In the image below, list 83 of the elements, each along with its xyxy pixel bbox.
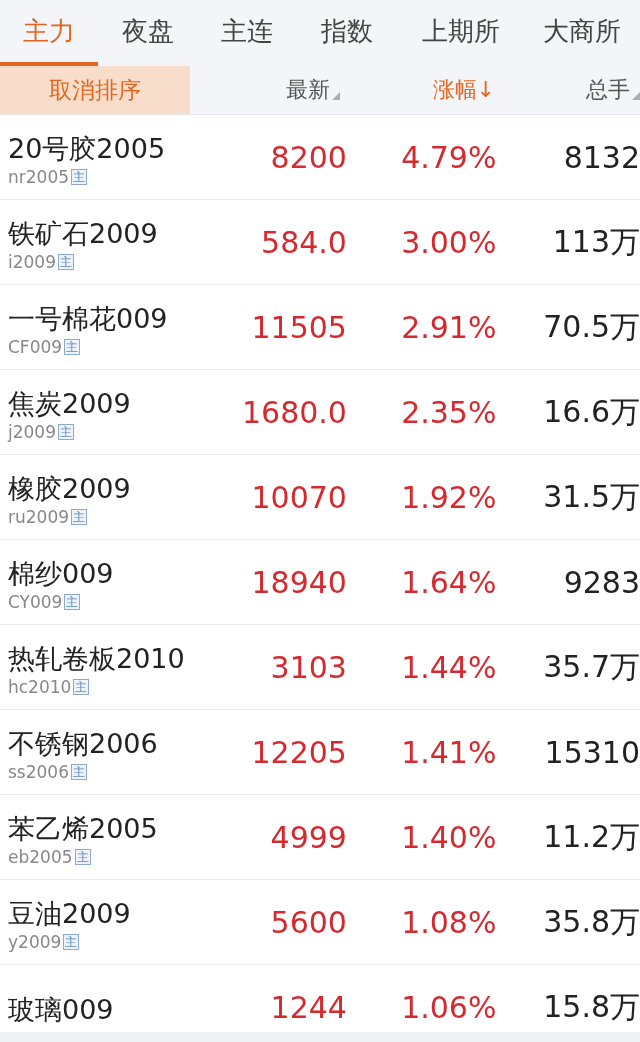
change-value: 1.08% [400, 904, 497, 940]
contract-code: j2009 [8, 421, 56, 443]
price-value: 11505 [250, 309, 347, 345]
main-badge: 主 [64, 339, 81, 355]
contract-name: 棉纱009 [8, 557, 115, 591]
contract-name: 玻璃009 [8, 993, 115, 1027]
contract-code: ru2009 [8, 506, 70, 528]
volume-value: 16.6万 [542, 392, 640, 431]
contract-code: ss2006 [8, 761, 69, 783]
sort-icon [632, 92, 640, 100]
price-value: 3103 [269, 649, 347, 685]
change-value: 1.64% [400, 564, 497, 600]
contract-code: CY009 [8, 591, 63, 613]
contract-code: hc2010 [8, 676, 72, 698]
price-value: 1244 [269, 989, 347, 1025]
contract-name: 橡胶2009 [8, 472, 132, 506]
main-badge: 主 [71, 169, 88, 185]
price-value: 584.0 [260, 224, 347, 260]
contract-name: 热轧卷板2010 [8, 642, 186, 676]
main-badge: 主 [64, 594, 81, 610]
quote-row[interactable]: 苯乙烯2005 eb2005 主 4999 1.40% 11.2万 [0, 795, 640, 880]
tab[interactable]: 主连 [198, 0, 296, 66]
main-badge: 主 [58, 424, 74, 440]
tab[interactable]: 指数 [296, 0, 398, 66]
contract-name: 豆油2009 [8, 897, 132, 931]
contract-name: 焦炭2009 [8, 387, 132, 421]
contract-code: y2009 [8, 931, 62, 953]
change-value: 1.92% [400, 479, 497, 515]
price-value: 1680.0 [240, 394, 347, 430]
quote-row[interactable]: 不锈钢2006 ss2006 主 12205 1.41% 15310 [0, 710, 640, 795]
price-value: 12205 [250, 734, 347, 770]
contract-name: 一号棉花009 [8, 302, 169, 336]
contract-code: CF009 [8, 336, 63, 358]
volume-value: 35.7万 [542, 647, 640, 686]
contract-name: 20号胶2005 [8, 132, 167, 166]
change-value: 1.06% [400, 989, 497, 1025]
main-badge: 主 [58, 254, 74, 270]
volume-value: 113万 [551, 222, 640, 261]
main-badge: 主 [73, 679, 90, 695]
contract-name: 苯乙烯2005 [8, 812, 159, 846]
volume-value: 15.8万 [542, 987, 640, 1026]
column-header[interactable]: 最新 [190, 66, 340, 114]
sort-icon [332, 92, 340, 100]
quote-row[interactable]: 焦炭2009 j2009 主 1680.0 2.35% 16.6万 [0, 370, 640, 455]
contract-code: i2009 [8, 251, 56, 273]
column-header[interactable]: 总手 [505, 66, 640, 114]
volume-value: 35.8万 [542, 902, 640, 941]
change-value: 2.35% [400, 394, 497, 430]
quote-row[interactable]: 橡胶2009 ru2009 主 10070 1.92% 31.5万 [0, 455, 640, 540]
change-value: 2.91% [400, 309, 497, 345]
volume-value: 70.5万 [542, 307, 640, 346]
main-badge: 主 [74, 849, 91, 865]
change-value: 1.41% [400, 734, 497, 770]
volume-value: 9283 [562, 564, 640, 600]
contract-name: 铁矿石2009 [8, 217, 159, 251]
quote-row[interactable]: 热轧卷板2010 hc2010 主 3103 1.44% 35.7万 [0, 625, 640, 710]
volume-value: 8132 [562, 139, 640, 175]
tab[interactable]: 上期所 [398, 0, 524, 66]
main-badge: 主 [71, 509, 88, 525]
price-value: 8200 [269, 139, 347, 175]
main-badge: 主 [71, 764, 87, 780]
quote-row[interactable]: 20号胶2005 nr2005 主 8200 4.79% 8132 [0, 115, 640, 200]
volume-value: 31.5万 [542, 477, 640, 516]
change-value: 3.00% [400, 224, 497, 260]
volume-value: 15310 [543, 734, 640, 770]
change-value: 1.40% [400, 819, 497, 855]
tab[interactable]: 大商所 [524, 0, 640, 66]
quote-row[interactable]: 铁矿石2009 i2009 主 584.0 3.00% 113万 [0, 200, 640, 285]
change-value: 4.79% [400, 139, 497, 175]
quote-row[interactable]: 豆油2009 y2009 主 5600 1.08% 35.8万 [0, 880, 640, 965]
price-value: 5600 [269, 904, 347, 940]
volume-value: 11.2万 [542, 817, 640, 856]
price-value: 18940 [250, 564, 347, 600]
main-badge: 主 [63, 934, 80, 950]
quote-row[interactable]: 一号棉花009 CF009 主 11505 2.91% 70.5万 [0, 285, 640, 370]
price-value: 10070 [250, 479, 347, 515]
price-value: 4999 [269, 819, 347, 855]
change-value: 1.44% [400, 649, 497, 685]
tab[interactable]: 夜盘 [98, 0, 198, 66]
contract-name: 不锈钢2006 [8, 727, 159, 761]
contract-code: eb2005 [8, 846, 73, 868]
contract-code: nr2005 [8, 166, 70, 188]
quote-row[interactable]: 棉纱009 CY009 主 18940 1.64% 9283 [0, 540, 640, 625]
